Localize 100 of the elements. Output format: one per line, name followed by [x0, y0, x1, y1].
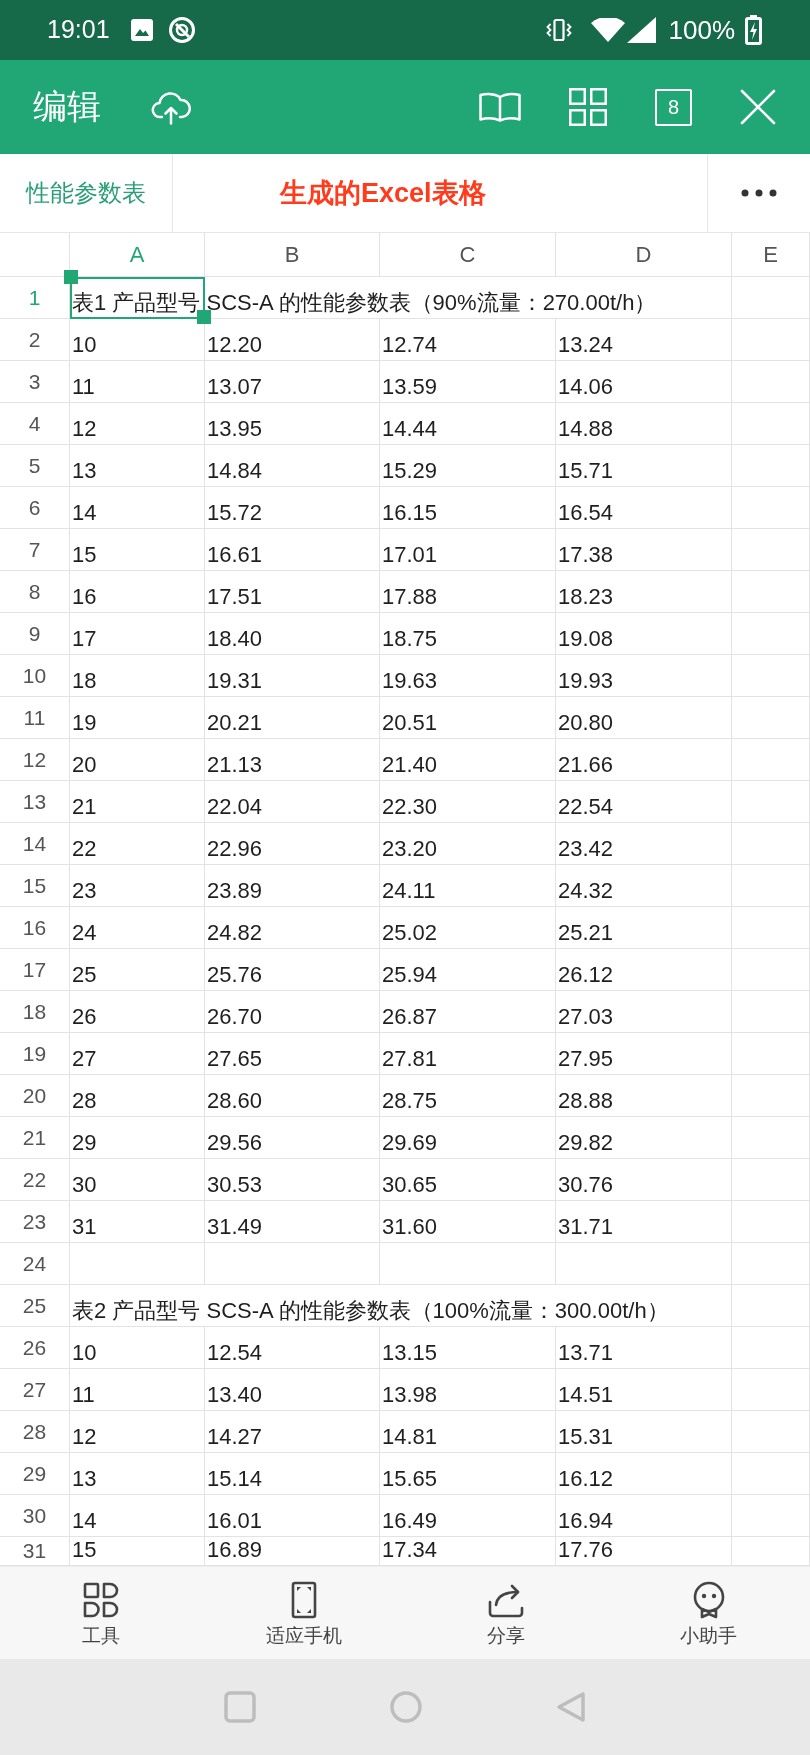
table-cell: 16.12 — [556, 1453, 732, 1495]
row-header[interactable]: 2 — [0, 319, 70, 361]
table-cell: 表2 产品型号 SCS-A 的性能参数表（100%流量：300.00t/h） — [70, 1285, 732, 1327]
table-cell: 13 — [70, 1453, 205, 1495]
more-icon[interactable] — [741, 189, 777, 197]
table-cell: 14.88 — [556, 403, 732, 445]
row-header[interactable]: 6 — [0, 487, 70, 529]
table-cell: 18.75 — [380, 613, 556, 655]
row-header[interactable]: 10 — [0, 655, 70, 697]
row-header[interactable]: 15 — [0, 865, 70, 907]
fit-button[interactable]: 适应手机 — [265, 1581, 342, 1647]
tools-button[interactable]: 工具 — [82, 1581, 121, 1647]
selection-handle-icon[interactable] — [197, 310, 211, 324]
table-cell: 14.51 — [556, 1369, 732, 1411]
row-header[interactable]: 24 — [0, 1243, 70, 1285]
row-header[interactable]: 29 — [0, 1453, 70, 1495]
table-cell: 23.42 — [556, 823, 732, 865]
table-cell: 23.89 — [205, 865, 380, 907]
table-cell: 20.80 — [556, 697, 732, 739]
table-cell: 20.51 — [380, 697, 556, 739]
row-header[interactable]: 21 — [0, 1117, 70, 1159]
row-header[interactable]: 3 — [0, 361, 70, 403]
row-header[interactable]: 17 — [0, 949, 70, 991]
table-cell: 16.94 — [556, 1495, 732, 1537]
table-cell: 24.32 — [556, 865, 732, 907]
row-header[interactable]: 18 — [0, 991, 70, 1033]
table-cell: 28 — [70, 1075, 205, 1117]
table-cell: 24.11 — [380, 865, 556, 907]
row-header[interactable]: 26 — [0, 1327, 70, 1369]
circle-icon[interactable] — [390, 1691, 422, 1723]
table-cell: 25.21 — [556, 907, 732, 949]
table-cell: 28.88 — [556, 1075, 732, 1117]
row-header[interactable]: 14 — [0, 823, 70, 865]
table-cell: 15.72 — [205, 487, 380, 529]
table-cell: 13.98 — [380, 1369, 556, 1411]
table-cell: 25.94 — [380, 949, 556, 991]
row-header[interactable]: 4 — [0, 403, 70, 445]
table-cell: 12.54 — [205, 1327, 380, 1369]
row-header[interactable]: 20 — [0, 1075, 70, 1117]
table-cell: 25.76 — [205, 949, 380, 991]
row-header[interactable]: 28 — [0, 1411, 70, 1453]
book-icon[interactable] — [479, 92, 521, 122]
row-header[interactable]: 8 — [0, 571, 70, 613]
column-header[interactable]: D — [556, 233, 732, 277]
square-icon[interactable] — [224, 1691, 256, 1723]
image-icon — [130, 19, 153, 41]
table-cell: 30.53 — [205, 1159, 380, 1201]
row-header[interactable]: 12 — [0, 739, 70, 781]
table-cell: 18.23 — [556, 571, 732, 613]
column-header[interactable]: E — [732, 233, 810, 277]
close-icon[interactable] — [740, 89, 776, 125]
annotation-text: 生成的Excel表格 — [280, 176, 486, 210]
table-cell: 12 — [70, 1411, 205, 1453]
row-header[interactable]: 9 — [0, 613, 70, 655]
table-cell: 15.71 — [556, 445, 732, 487]
circle-slash-icon — [167, 16, 196, 44]
table-cell: 14.44 — [380, 403, 556, 445]
selection-handle-icon[interactable] — [64, 270, 78, 284]
row-header[interactable]: 27 — [0, 1369, 70, 1411]
table-cell: 24.82 — [205, 907, 380, 949]
row-header[interactable]: 16 — [0, 907, 70, 949]
table-cell: 14.06 — [556, 361, 732, 403]
table-cell: 14 — [70, 487, 205, 529]
table-cell: 31.60 — [380, 1201, 556, 1243]
battery-percent: 100% — [668, 13, 735, 47]
column-header[interactable]: B — [205, 233, 380, 277]
table-cell: 10 — [70, 319, 205, 361]
row-header[interactable]: 5 — [0, 445, 70, 487]
wifi-icon — [590, 18, 625, 42]
table-cell: 22.96 — [205, 823, 380, 865]
row-header[interactable]: 11 — [0, 697, 70, 739]
table-cell: 17.38 — [556, 529, 732, 571]
table-cell: 27 — [70, 1033, 205, 1075]
table-cell: 16 — [70, 571, 205, 613]
table-cell: 18 — [70, 655, 205, 697]
table-cell: 24 — [70, 907, 205, 949]
row-header[interactable]: 7 — [0, 529, 70, 571]
table-cell: 15.29 — [380, 445, 556, 487]
table-cell: 19.31 — [205, 655, 380, 697]
share-button[interactable]: 分享 — [487, 1581, 526, 1647]
column-header[interactable]: C — [380, 233, 556, 277]
cloud-upload-icon[interactable] — [151, 89, 191, 125]
table-cell: 16.01 — [205, 1495, 380, 1537]
grid-icon[interactable] — [569, 88, 607, 126]
row-header[interactable]: 25 — [0, 1285, 70, 1327]
assistant-button[interactable]: 小助手 — [680, 1581, 738, 1647]
row-header[interactable]: 23 — [0, 1201, 70, 1243]
table-cell: 31.49 — [205, 1201, 380, 1243]
row-header[interactable]: 22 — [0, 1159, 70, 1201]
table-cell: 19.93 — [556, 655, 732, 697]
table-cell: 28.75 — [380, 1075, 556, 1117]
table-cell: 22 — [70, 823, 205, 865]
table-cell: 19.63 — [380, 655, 556, 697]
table-cell: 16.49 — [380, 1495, 556, 1537]
row-header[interactable]: 19 — [0, 1033, 70, 1075]
back-icon[interactable] — [556, 1691, 586, 1723]
row-header[interactable]: 30 — [0, 1495, 70, 1537]
row-header[interactable]: 13 — [0, 781, 70, 823]
table-cell: 22.54 — [556, 781, 732, 823]
table-cell: 13.07 — [205, 361, 380, 403]
